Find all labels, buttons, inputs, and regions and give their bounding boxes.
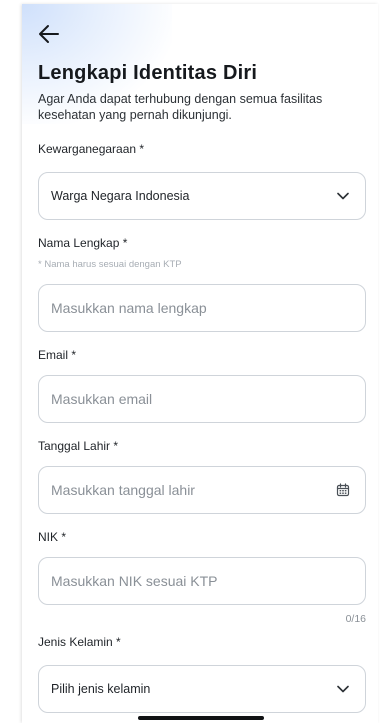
- page-title: Lengkapi Identitas Diri: [38, 62, 258, 84]
- nationality-select[interactable]: Warga Negara Indonesia: [38, 172, 366, 220]
- nik-char-counter: 0/16: [345, 613, 366, 625]
- email-input[interactable]: [51, 391, 351, 407]
- nationality-label: Kewarganegaraan *: [38, 142, 145, 156]
- email-label: Email *: [38, 348, 77, 362]
- nik-field[interactable]: [38, 557, 366, 605]
- home-indicator: [138, 716, 264, 720]
- chevron-down-icon: [335, 188, 351, 204]
- full-name-field[interactable]: [38, 284, 366, 332]
- arrow-left-icon: [38, 24, 60, 49]
- chevron-down-icon: [335, 681, 351, 697]
- full-name-hint: * Nama harus sesuai dengan KTP: [38, 259, 182, 270]
- nik-input[interactable]: [51, 573, 351, 589]
- full-name-label: Nama Lengkap *: [38, 236, 128, 250]
- birth-date-field[interactable]: [38, 466, 366, 514]
- full-name-input[interactable]: [51, 300, 351, 316]
- gender-label: Jenis Kelamin *: [38, 635, 121, 649]
- app-screen: Lengkapi Identitas Diri Agar Anda dapat …: [22, 4, 378, 723]
- calendar-icon[interactable]: [335, 482, 351, 498]
- back-button[interactable]: [38, 24, 66, 48]
- birth-date-input[interactable]: [51, 482, 335, 498]
- page-subtitle: Agar Anda dapat terhubung dengan semua f…: [38, 92, 323, 122]
- birth-date-label: Tanggal Lahir *: [38, 439, 119, 453]
- gender-select[interactable]: Pilih jenis kelamin: [38, 665, 366, 713]
- nik-label: NIK *: [38, 530, 67, 544]
- nationality-value: Warga Negara Indonesia: [51, 189, 190, 203]
- email-field[interactable]: [38, 375, 366, 423]
- gender-value: Pilih jenis kelamin: [51, 682, 151, 696]
